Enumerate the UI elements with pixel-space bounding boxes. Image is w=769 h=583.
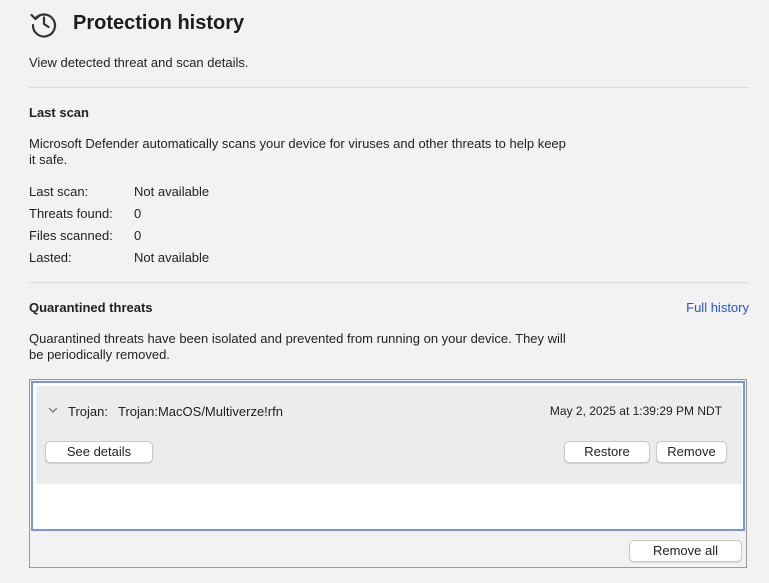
last-scan-label: Last scan: <box>29 184 89 199</box>
quarantine-panel: Trojan: Trojan:MacOS/Multiverze!rfn May … <box>29 379 747 568</box>
lasted-label: Lasted: <box>29 250 72 265</box>
last-scan-title: Last scan <box>29 105 89 120</box>
threat-date: May 2, 2025 at 1:39:29 PM NDT <box>549 404 722 418</box>
threats-found-row: Threats found: 0 <box>29 206 209 228</box>
last-scan-row: Last scan: Not available <box>29 184 209 206</box>
lasted-value: Not available <box>134 250 210 265</box>
files-scanned-row: Files scanned: 0 <box>29 228 209 250</box>
page-subtitle: View detected threat and scan details. <box>29 55 249 70</box>
remove-button[interactable]: Remove <box>656 441 727 463</box>
see-details-button[interactable]: See details <box>45 441 153 463</box>
threats-found-value: 0 <box>134 206 142 221</box>
divider <box>29 87 749 88</box>
list-item[interactable]: Trojan: Trojan:MacOS/Multiverze!rfn May … <box>36 386 742 484</box>
chevron-down-icon[interactable] <box>48 405 58 415</box>
divider <box>29 282 749 283</box>
lasted-row: Lasted: Not available <box>29 250 209 272</box>
threat-type: Trojan: <box>68 404 108 419</box>
quarantine-list[interactable]: Trojan: Trojan:MacOS/Multiverze!rfn May … <box>31 381 745 531</box>
full-history-link[interactable]: Full history <box>686 300 749 315</box>
history-clock-icon <box>30 13 57 38</box>
last-scan-details: Last scan: Not available Threats found: … <box>29 184 209 272</box>
threat-name: Trojan:MacOS/Multiverze!rfn <box>118 404 283 419</box>
quarantined-threats-title: Quarantined threats <box>29 300 153 315</box>
files-scanned-value: 0 <box>134 228 142 243</box>
quarantine-description: Quarantined threats have been isolated a… <box>29 331 566 362</box>
page-title: Protection history <box>73 12 245 34</box>
files-scanned-label: Files scanned: <box>29 228 113 243</box>
page-header: Protection history <box>29 6 244 40</box>
last-scan-value: Not available <box>134 184 210 199</box>
threats-found-label: Threats found: <box>29 206 113 221</box>
restore-button[interactable]: Restore <box>564 441 650 463</box>
last-scan-description: Microsoft Defender automatically scans y… <box>29 136 566 167</box>
remove-all-button[interactable]: Remove all <box>629 540 742 562</box>
